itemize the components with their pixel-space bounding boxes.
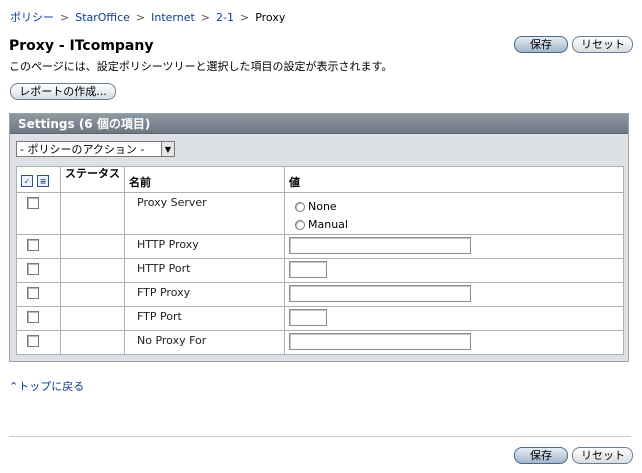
http-port-input[interactable] bbox=[289, 261, 327, 278]
breadcrumb-item-internet[interactable]: Internet bbox=[151, 11, 195, 24]
radio-none-row[interactable]: None bbox=[295, 200, 619, 213]
back-to-top-link[interactable]: ⌃トップに戻る bbox=[9, 378, 84, 394]
breadcrumb-item-staroffice[interactable]: StarOffice bbox=[75, 11, 130, 24]
save-button-top[interactable]: 保存 bbox=[514, 36, 568, 53]
chevron-down-icon: ▼ bbox=[161, 142, 174, 156]
radio-manual-row[interactable]: Manual bbox=[295, 218, 619, 231]
table-row: HTTP Port bbox=[16, 258, 624, 283]
select-all-icon[interactable]: ✓ bbox=[21, 175, 33, 187]
row-checkbox[interactable] bbox=[27, 239, 39, 251]
status-column-header: ステータス bbox=[60, 166, 125, 193]
row-checkbox[interactable] bbox=[27, 335, 39, 347]
setting-name: HTTP Port bbox=[124, 258, 285, 283]
radio-none[interactable] bbox=[295, 201, 305, 212]
breadcrumb-current: Proxy bbox=[255, 11, 286, 24]
http-proxy-input[interactable] bbox=[289, 237, 471, 254]
ftp-proxy-input[interactable] bbox=[289, 285, 471, 302]
breadcrumb: ポリシー > StarOffice > Internet >2-1 > Proxy bbox=[10, 9, 285, 25]
setting-name: HTTP Proxy bbox=[124, 234, 285, 259]
ftp-port-input[interactable] bbox=[289, 309, 327, 326]
status-cell bbox=[60, 306, 125, 331]
settings-header: Settings (6 個の項目) bbox=[10, 114, 628, 134]
status-cell bbox=[60, 330, 125, 355]
footer-divider bbox=[9, 436, 631, 437]
select-column-header: ✓ ≡ bbox=[16, 166, 61, 193]
table-row: FTP Proxy bbox=[16, 282, 624, 307]
page-description: このページには、設定ポリシーツリーと選択した項目の設定が表示されます。 bbox=[9, 60, 393, 73]
breadcrumb-separator: > bbox=[239, 11, 250, 24]
no-proxy-for-input[interactable] bbox=[289, 333, 471, 350]
name-column-header: 名前 bbox=[124, 166, 285, 193]
status-cell bbox=[60, 258, 125, 283]
settings-table: ✓ ≡ ステータス 名前 値 Proxy Server None Manual … bbox=[16, 166, 624, 355]
status-cell bbox=[60, 192, 125, 235]
radio-manual-label: Manual bbox=[308, 218, 348, 231]
table-row: FTP Port bbox=[16, 306, 624, 331]
status-cell bbox=[60, 282, 125, 307]
breadcrumb-item-policy[interactable]: ポリシー bbox=[10, 11, 54, 24]
save-button-bottom[interactable]: 保存 bbox=[514, 447, 568, 464]
setting-name: Proxy Server bbox=[124, 192, 285, 235]
radio-manual[interactable] bbox=[295, 219, 305, 230]
row-checkbox[interactable] bbox=[27, 197, 39, 209]
table-row: No Proxy For bbox=[16, 330, 624, 355]
back-to-top-label: トップに戻る bbox=[18, 380, 85, 393]
row-checkbox[interactable] bbox=[27, 287, 39, 299]
page-title: Proxy - ITcompany bbox=[9, 38, 154, 54]
row-checkbox[interactable] bbox=[27, 263, 39, 275]
setting-name: FTP Port bbox=[124, 306, 285, 331]
policy-action-select[interactable]: - ポリシーのアクション - ▼ bbox=[16, 141, 175, 157]
chevron-up-icon: ⌃ bbox=[9, 380, 19, 393]
row-checkbox[interactable] bbox=[27, 311, 39, 323]
value-column-header: 値 bbox=[284, 166, 624, 193]
radio-none-label: None bbox=[308, 200, 337, 213]
table-row: HTTP Proxy bbox=[16, 234, 624, 259]
breadcrumb-separator: > bbox=[200, 11, 211, 24]
breadcrumb-separator: > bbox=[135, 11, 146, 24]
settings-panel: Settings (6 個の項目) - ポリシーのアクション - ▼ ✓ ≡ ス… bbox=[9, 113, 629, 362]
breadcrumb-item-2-1[interactable]: 2-1 bbox=[216, 11, 234, 24]
reset-button-bottom[interactable]: リセット bbox=[572, 447, 633, 464]
breadcrumb-separator: > bbox=[60, 11, 70, 24]
reset-button-top[interactable]: リセット bbox=[572, 36, 633, 53]
create-report-button[interactable]: レポートの作成... bbox=[10, 83, 116, 100]
policy-action-select-value: - ポリシーのアクション - bbox=[20, 143, 145, 156]
status-cell bbox=[60, 234, 125, 259]
table-row: Proxy Server None Manual bbox=[16, 192, 624, 235]
setting-name: No Proxy For bbox=[124, 330, 285, 355]
deselect-all-icon[interactable]: ≡ bbox=[37, 175, 49, 187]
setting-name: FTP Proxy bbox=[124, 282, 285, 307]
